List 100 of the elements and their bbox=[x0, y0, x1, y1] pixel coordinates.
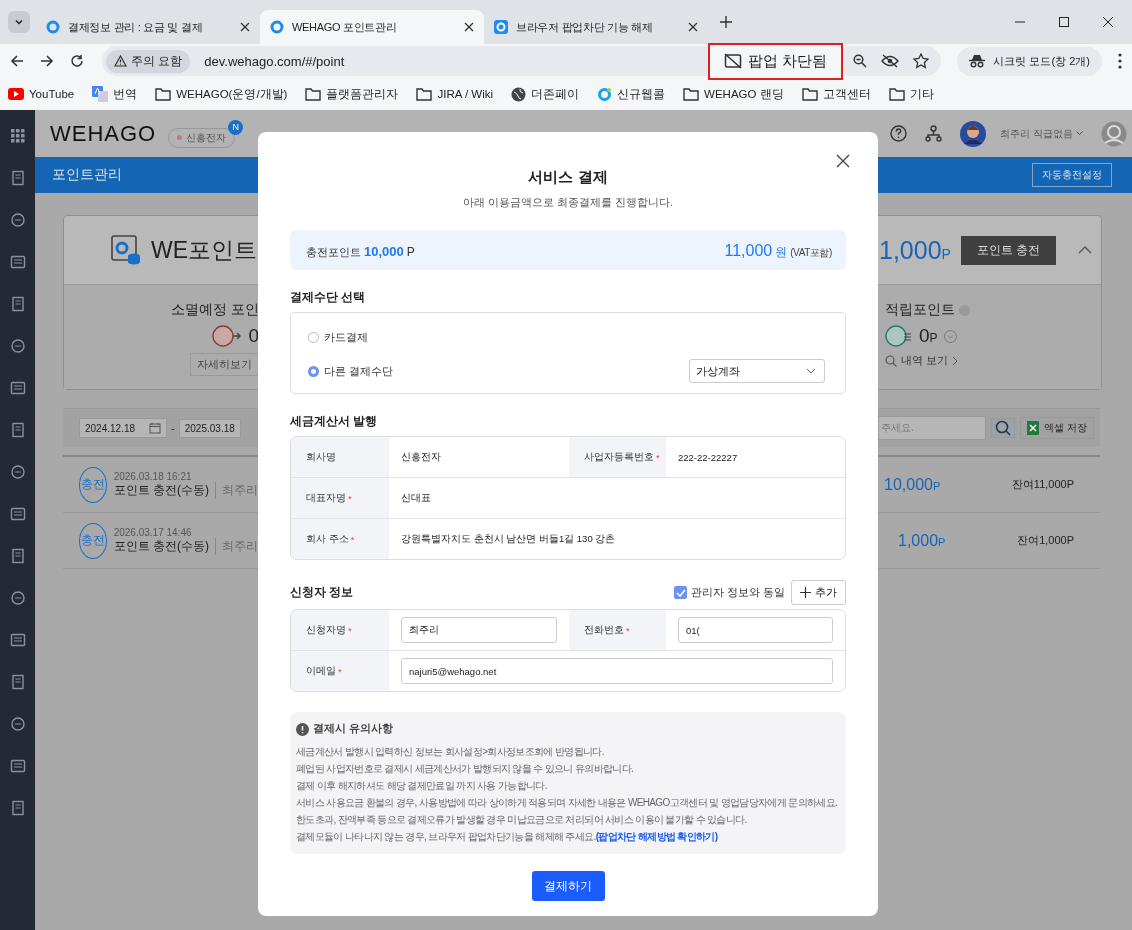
date-separator: - bbox=[171, 422, 175, 434]
points-unit: P bbox=[406, 245, 415, 259]
field-label: 회사명 bbox=[291, 437, 389, 477]
search-icon bbox=[885, 354, 897, 367]
field-label: 전화번호 * bbox=[569, 610, 666, 650]
notice-title: 결제시 유의사항 bbox=[313, 722, 393, 736]
maximize-icon[interactable] bbox=[1058, 16, 1070, 28]
pay-button[interactable]: 결제하기 bbox=[531, 871, 605, 901]
close-icon[interactable] bbox=[836, 154, 850, 168]
bookmark-item[interactable]: JIRA / Wiki bbox=[416, 87, 494, 101]
plus-icon bbox=[800, 587, 811, 598]
grid-icon[interactable] bbox=[9, 128, 26, 144]
document-icon[interactable] bbox=[9, 170, 26, 186]
bookmark-item[interactable]: WEHAGO 랜딩 bbox=[683, 86, 784, 102]
dialog-subtitle: 아래 이용금액으로 최종결제를 진행합니다. bbox=[462, 196, 674, 210]
close-icon[interactable] bbox=[688, 22, 698, 32]
logo[interactable]: WEHAGO bbox=[50, 120, 157, 147]
browser-tab[interactable]: 결제정보 관리 : 요금 및 결제 bbox=[36, 10, 260, 44]
add-button[interactable]: 추가 bbox=[791, 580, 846, 605]
auto-charge-button[interactable]: 자동충전설정 bbox=[1032, 163, 1112, 187]
history-link[interactable]: 내역 보기 bbox=[885, 353, 959, 368]
field-label: 대표자명 * bbox=[291, 478, 389, 518]
back-arrow-icon[interactable] bbox=[10, 54, 24, 68]
popup-blocked-chip[interactable]: 팝업 차단됨 bbox=[708, 42, 844, 80]
field-value: 신흥전자 bbox=[400, 449, 442, 464]
browser-tab[interactable]: 브라우저 팝업차단 기능 해제 bbox=[484, 10, 708, 44]
tab-search-button[interactable] bbox=[8, 11, 30, 33]
folder-icon bbox=[801, 87, 818, 101]
points-balance: 1,000P bbox=[879, 235, 951, 265]
payment-method-dropdown[interactable]: 가상계좌 bbox=[689, 359, 825, 383]
alert-icon bbox=[296, 722, 309, 736]
history-date: 2026.03.17 14:46 bbox=[113, 526, 193, 538]
notice-item: 결제모듈이 나타나지 않는 경우, 브라우저 팝업차단기능을 해제해 주세요.(팝업차단 해제방법 확인하기) bbox=[296, 830, 719, 844]
close-icon[interactable] bbox=[240, 22, 250, 32]
forward-arrow-icon[interactable] bbox=[40, 54, 54, 68]
bookmark-item[interactable]: 플랫폼관리자 bbox=[305, 86, 399, 102]
payment-option[interactable]: 카드결제 bbox=[308, 329, 368, 345]
close-icon[interactable] bbox=[464, 22, 474, 32]
history-date: 2026.03.18 16:21 bbox=[113, 470, 193, 482]
currency-unit: 원 bbox=[775, 244, 788, 261]
incognito-icon bbox=[969, 54, 986, 68]
page-title: 포인트관리 bbox=[51, 166, 123, 184]
chevron-up-icon[interactable] bbox=[1078, 246, 1093, 254]
org-chart-icon[interactable] bbox=[925, 125, 942, 142]
bookmark-item[interactable]: 더존페이 bbox=[511, 86, 580, 102]
new-badge: N bbox=[228, 119, 244, 135]
incognito-profile-button[interactable]: 시크릿 모드(창 2개) bbox=[957, 46, 1102, 76]
profile-icon[interactable] bbox=[1100, 120, 1127, 147]
field-label: 이메일 * bbox=[291, 651, 389, 691]
search-icon bbox=[995, 420, 1011, 436]
url-text: dev.wehago.com/#/point bbox=[204, 53, 345, 69]
charge-button[interactable]: 포인트 충전 bbox=[960, 235, 1057, 265]
close-icon[interactable] bbox=[1102, 16, 1114, 28]
browser-tab[interactable]: WEHAGO 포인트관리 bbox=[260, 10, 484, 44]
ring-icon bbox=[270, 20, 284, 34]
bookmark-item[interactable]: 신규웹콜 bbox=[597, 86, 666, 102]
bookmark-item[interactable]: 고객센터 bbox=[801, 86, 871, 102]
point-expire-icon bbox=[212, 325, 243, 347]
field-value: 강원특별자치도 춘천시 남산면 버들1길 130 강촌 bbox=[400, 531, 617, 546]
input-field[interactable]: najuri5@wehago.net bbox=[401, 658, 833, 684]
security-chip[interactable]: 주의 요함 bbox=[106, 49, 191, 73]
bookmark-item[interactable]: YouTube bbox=[8, 88, 75, 100]
caret-down-icon bbox=[806, 368, 816, 374]
end-date-field[interactable]: 2025.03.18 bbox=[178, 418, 241, 438]
reload-icon[interactable] bbox=[70, 54, 84, 68]
field-label: 신청자명 * bbox=[291, 610, 389, 650]
payment-option[interactable]: 다른 결제수단 bbox=[308, 363, 394, 379]
point-stack-icon bbox=[885, 325, 913, 347]
folder-icon bbox=[155, 87, 172, 101]
dialog-title: 서비스 결제 bbox=[527, 168, 609, 187]
caret-down-icon bbox=[1075, 131, 1083, 136]
notice-item: 서비스 사용요금 환불의 경우, 사용방법에 따라 상이하게 적용되며 자세한 내용은 WEHAGO고객센터 및 영업담당자에게 문의하세요. bbox=[296, 796, 839, 810]
zoom-icon[interactable] bbox=[853, 54, 868, 68]
warning-icon bbox=[114, 55, 127, 67]
field-value: 222-22-22227 bbox=[677, 450, 739, 465]
star-icon[interactable] bbox=[913, 53, 930, 69]
price-value: 11,000 bbox=[724, 242, 773, 260]
bookmark-item[interactable]: 기타 bbox=[888, 86, 934, 102]
stat-label: 적립포인트 bbox=[885, 301, 970, 319]
history-title: 포인트 충전(수동) bbox=[113, 537, 209, 555]
bookmark-item[interactable]: WEHAGO(운영/개발) bbox=[155, 86, 288, 102]
input-field[interactable]: 01( bbox=[678, 617, 833, 643]
history-balance: 잔여11,000P bbox=[1011, 477, 1074, 492]
input-field[interactable]: 최주리 bbox=[401, 617, 557, 643]
user-menu[interactable]: 최주리 직급없음 bbox=[1000, 126, 1083, 141]
bookmark-item[interactable]: 번역 bbox=[92, 86, 138, 102]
popup-help-link[interactable]: (팝업차단 해제방법 확인하기) bbox=[595, 831, 718, 842]
more-icon[interactable] bbox=[1118, 53, 1122, 69]
field-value: 신대표 bbox=[400, 490, 432, 505]
section-title: 세금계산서 발행 bbox=[290, 414, 379, 429]
start-date-field[interactable]: 2024.12.18 bbox=[79, 418, 168, 438]
plus-icon[interactable] bbox=[720, 16, 732, 28]
same-as-admin-checkbox[interactable]: 관리자 정보와 동일 bbox=[674, 585, 785, 600]
section-title: 신청자 정보 bbox=[290, 585, 354, 600]
avatar-icon[interactable] bbox=[960, 120, 986, 147]
search-button[interactable] bbox=[991, 418, 1015, 438]
ring-icon bbox=[494, 20, 508, 34]
eye-crossed-icon[interactable] bbox=[881, 54, 900, 68]
excel-export-button[interactable]: 엑셀 저장 bbox=[1020, 417, 1094, 439]
notice-item: 폐업된 사업자번호로 결제시 세금계산서가 발행되지 않을 수 있으니 유의바랍니다. bbox=[296, 762, 635, 776]
